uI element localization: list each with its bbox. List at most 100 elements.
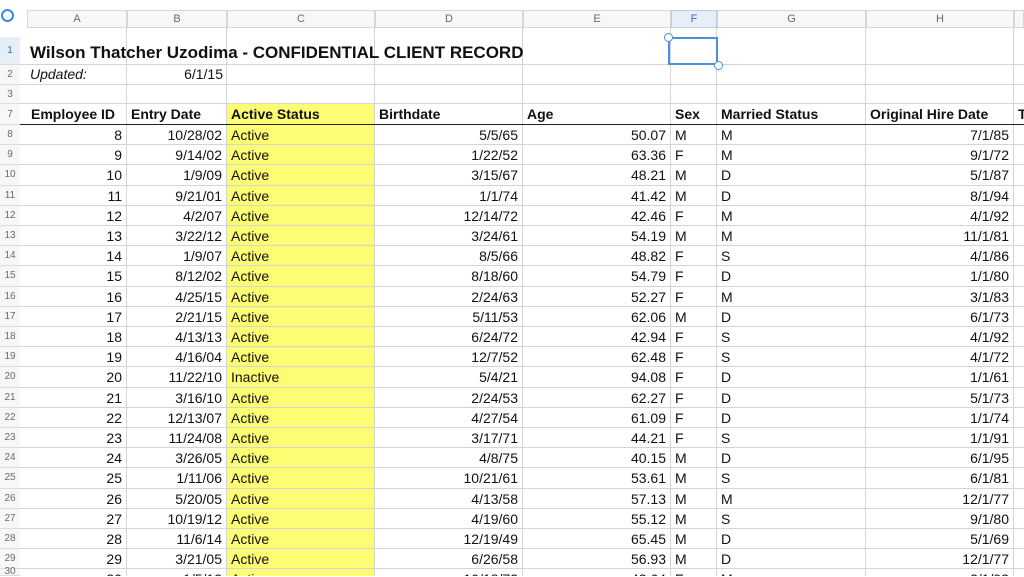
entry-date-cell[interactable]: 1/11/06 xyxy=(127,468,226,488)
age-cell[interactable]: 44.21 xyxy=(523,428,670,448)
column-header-c[interactable]: C xyxy=(227,10,375,28)
column-header-h[interactable]: H xyxy=(866,10,1014,28)
selection-handle-top[interactable] xyxy=(664,33,673,42)
sex-cell[interactable]: F xyxy=(671,287,716,307)
active-status-cell[interactable]: Active xyxy=(227,287,374,307)
married-status-cell[interactable]: M xyxy=(717,125,865,145)
active-status-cell[interactable]: Active xyxy=(227,468,374,488)
entry-date-cell[interactable]: 5/20/05 xyxy=(127,489,226,509)
married-status-cell[interactable]: D xyxy=(717,367,865,387)
employee-id-cell[interactable]: 24 xyxy=(27,448,126,468)
sex-cell[interactable]: F xyxy=(671,388,716,408)
row-header-17[interactable]: 17 xyxy=(0,306,20,327)
birthdate-cell[interactable]: 4/27/54 xyxy=(375,408,522,428)
active-status-cell[interactable]: Active xyxy=(227,509,374,529)
age-cell[interactable]: 50.07 xyxy=(523,125,670,145)
hire-date-cell[interactable]: 5/1/73 xyxy=(866,388,1013,408)
active-status-cell[interactable]: Active xyxy=(227,388,374,408)
active-status-cell[interactable]: Active xyxy=(227,529,374,549)
entry-date-cell[interactable]: 3/26/05 xyxy=(127,448,226,468)
birthdate-cell[interactable]: 8/18/60 xyxy=(375,266,522,286)
hire-date-cell[interactable]: 6/1/95 xyxy=(866,448,1013,468)
row-header-16[interactable]: 16 xyxy=(0,286,20,307)
hire-date-cell[interactable]: 6/1/73 xyxy=(866,307,1013,327)
sex-cell[interactable]: F xyxy=(671,408,716,428)
entry-date-cell[interactable]: 10/19/12 xyxy=(127,509,226,529)
row-header-14[interactable]: 14 xyxy=(0,246,20,267)
entry-date-cell[interactable]: 4/13/13 xyxy=(127,327,226,347)
birthdate-cell[interactable]: 3/17/71 xyxy=(375,428,522,448)
row-header-23[interactable]: 23 xyxy=(0,428,20,449)
hire-date-cell[interactable]: 7/1/85 xyxy=(866,125,1013,145)
row-header-10[interactable]: 10 xyxy=(0,165,20,186)
active-status-cell[interactable]: Active xyxy=(227,266,374,286)
hire-date-cell[interactable]: 9/1/80 xyxy=(866,509,1013,529)
sex-cell[interactable]: M xyxy=(671,489,716,509)
birthdate-cell[interactable]: 2/24/63 xyxy=(375,287,522,307)
age-cell[interactable]: 48.82 xyxy=(523,246,670,266)
hire-date-cell[interactable]: 4/1/92 xyxy=(866,327,1013,347)
employee-id-cell[interactable]: 27 xyxy=(27,509,126,529)
married-status-cell[interactable]: S xyxy=(717,468,865,488)
row-header-28[interactable]: 28 xyxy=(0,529,20,550)
updated-value[interactable]: 6/1/15 xyxy=(127,64,227,84)
entry-date-cell[interactable]: 4/25/15 xyxy=(127,287,226,307)
column-header-a[interactable]: A xyxy=(27,10,127,28)
active-status-cell[interactable]: Active xyxy=(227,549,374,569)
sex-cell[interactable]: F xyxy=(671,428,716,448)
sex-cell[interactable]: M xyxy=(671,186,716,206)
sex-cell[interactable]: M xyxy=(671,165,716,185)
birthdate-cell[interactable]: 5/5/65 xyxy=(375,125,522,145)
entry-date-cell[interactable]: 11/24/08 xyxy=(127,428,226,448)
birthdate-cell[interactable]: 12/19/49 xyxy=(375,529,522,549)
employee-id-cell[interactable]: 19 xyxy=(27,347,126,367)
entry-date-cell[interactable]: 11/6/14 xyxy=(127,529,226,549)
birthdate-cell[interactable]: 1/1/74 xyxy=(375,186,522,206)
employee-id-cell[interactable]: 13 xyxy=(27,226,126,246)
sex-cell[interactable]: F xyxy=(671,206,716,226)
age-cell[interactable]: 42.46 xyxy=(523,206,670,226)
column-header-b[interactable]: B xyxy=(127,10,227,28)
birthdate-cell[interactable]: 12/14/72 xyxy=(375,206,522,226)
age-cell[interactable]: 62.27 xyxy=(523,388,670,408)
column-header-g[interactable]: G xyxy=(717,10,866,28)
employee-id-cell[interactable]: 8 xyxy=(27,125,126,145)
married-status-cell[interactable]: S xyxy=(717,428,865,448)
married-status-cell[interactable]: D xyxy=(717,408,865,428)
row-header-1[interactable]: 1 xyxy=(0,37,20,65)
row-header-21[interactable]: 21 xyxy=(0,387,20,408)
sex-cell[interactable]: M xyxy=(671,307,716,327)
hire-date-cell[interactable]: 12/1/77 xyxy=(866,549,1013,569)
sex-cell[interactable]: F xyxy=(671,266,716,286)
age-cell[interactable]: 61.09 xyxy=(523,408,670,428)
employee-id-cell[interactable]: 21 xyxy=(27,388,126,408)
hire-date-cell[interactable]: 12/1/77 xyxy=(866,489,1013,509)
active-status-cell[interactable]: Active xyxy=(227,307,374,327)
married-status-cell[interactable]: M xyxy=(717,226,865,246)
active-status-cell[interactable]: Active xyxy=(227,569,374,576)
row-header-11[interactable]: 11 xyxy=(0,185,20,206)
hire-date-cell[interactable]: 11/1/81 xyxy=(866,226,1013,246)
sex-cell[interactable]: F xyxy=(671,145,716,165)
birthdate-cell[interactable]: 10/18/72 xyxy=(375,569,522,576)
row-header-13[interactable]: 13 xyxy=(0,226,20,247)
employee-id-cell[interactable]: 29 xyxy=(27,549,126,569)
married-status-cell[interactable]: D xyxy=(717,165,865,185)
active-status-cell[interactable]: Active xyxy=(227,408,374,428)
row-header-20[interactable]: 20 xyxy=(0,367,20,388)
active-status-cell[interactable]: Active xyxy=(227,347,374,367)
married-status-cell[interactable]: D xyxy=(717,388,865,408)
employee-id-cell[interactable]: 26 xyxy=(27,489,126,509)
sheet-title[interactable]: Wilson Thatcher Uzodima - CONFIDENTIAL C… xyxy=(26,42,926,64)
employee-id-cell[interactable]: 23 xyxy=(27,428,126,448)
sex-cell[interactable]: M xyxy=(671,125,716,145)
birthdate-cell[interactable]: 4/8/75 xyxy=(375,448,522,468)
header-employee-id[interactable]: Employee ID xyxy=(27,104,127,125)
employee-id-cell[interactable]: 17 xyxy=(27,307,126,327)
age-cell[interactable]: 48.21 xyxy=(523,165,670,185)
row-header-3[interactable]: 3 xyxy=(0,85,20,104)
active-status-cell[interactable]: Active xyxy=(227,428,374,448)
employee-id-cell[interactable]: 28 xyxy=(27,529,126,549)
column-header-i[interactable] xyxy=(1014,10,1024,28)
employee-id-cell[interactable]: 30 xyxy=(27,569,126,576)
